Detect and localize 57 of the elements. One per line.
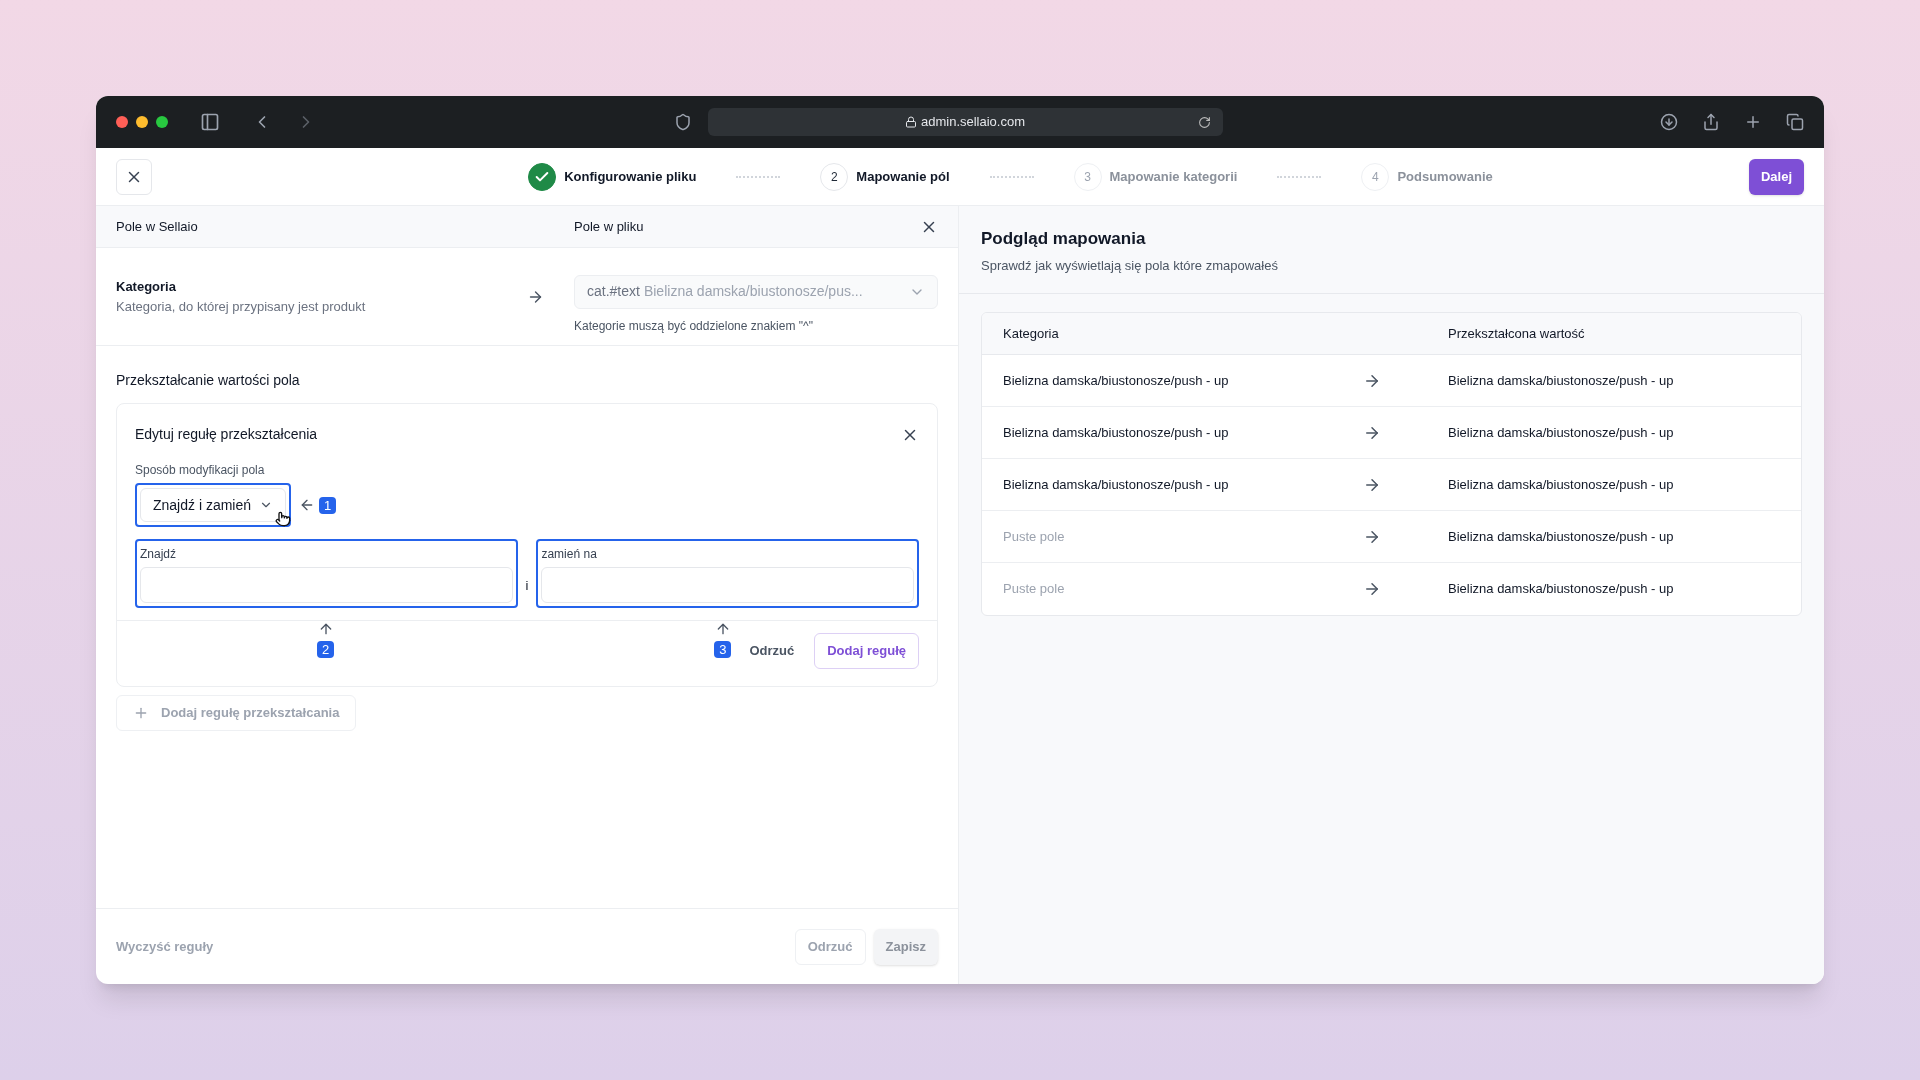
callout-badge: 1: [319, 496, 337, 514]
column-header: Pole w Sellaio: [116, 217, 199, 236]
plus-icon: [133, 705, 149, 721]
table-cell-text: Bielizna damska/biustonosze/push - up: [1448, 475, 1674, 494]
column-header: Pole w pliku: [574, 217, 645, 236]
column-header: Kategoria: [1003, 324, 1060, 343]
step-number: 3: [1073, 162, 1102, 191]
find-input[interactable]: [140, 567, 513, 603]
table-cell-text: Bielizna damska/biustonosze/push - up: [1003, 475, 1230, 494]
step-label: Mapowanie pól: [856, 167, 950, 186]
shield-icon[interactable]: [673, 113, 692, 131]
share-icon[interactable]: [1702, 113, 1720, 131]
step-label: Konfigurowanie pliku: [564, 167, 697, 186]
arrow-right-icon: [1363, 580, 1381, 598]
step-number: 4: [1361, 162, 1390, 191]
source-select[interactable]: cat.#text Bielizna damska/biustonosze/pus...: [574, 274, 938, 309]
callout-badge: 3: [714, 641, 732, 658]
select-sample: Bielizna damska/biustonosze/pus...: [643, 282, 863, 301]
new-tab-icon[interactable]: [1744, 113, 1762, 131]
table-cell-text: Bielizna damska/biustonosze/push - up: [1448, 580, 1674, 599]
rule-title: Edytuj regułę przekształcenia: [135, 425, 318, 444]
step-number: 2: [820, 162, 849, 191]
table-cell-text: Puste pole: [1003, 527, 1066, 546]
table-cell-text: Bielizna damska/biustonosze/push - up: [1448, 371, 1674, 390]
hint-text: Kategorie muszą być oddzielone znakiem "^": [574, 317, 814, 335]
table-cell-text: Bielizna damska/biustonosze/push - up: [1448, 423, 1674, 442]
step-label: Mapowanie kategorii: [1109, 167, 1238, 186]
table-cell-text: Bielizna damska/biustonosze/push - up: [1003, 371, 1230, 390]
joiner-text: i: [525, 576, 529, 595]
sidebar-icon[interactable]: [200, 112, 220, 132]
tabs-icon[interactable]: [1786, 113, 1804, 131]
replace-label: zamień na: [541, 546, 598, 563]
replace-input[interactable]: [541, 567, 914, 603]
discard-button[interactable]: Odrzuć: [741, 633, 803, 669]
step-label: Podsumowanie: [1397, 167, 1493, 186]
next-button[interactable]: Dalej: [1748, 158, 1804, 195]
find-label: Znajdź: [140, 546, 178, 563]
url-text: admin.sellaio.com: [920, 113, 1025, 132]
section-title: Przekształcanie wartości pola: [116, 371, 301, 390]
address-bar[interactable]: admin.sellaio.com: [707, 108, 1223, 136]
preview-subtitle: Sprawdź jak wyświetlają się pola które zmapowałeś: [981, 256, 1279, 275]
hand-cursor-icon: [275, 511, 291, 527]
column-header: Przekształcona wartość: [1448, 324, 1585, 343]
mode-label: Sposób modyfikacji pola: [135, 462, 266, 479]
callout-badge: 2: [316, 641, 335, 658]
reload-icon[interactable]: [1197, 115, 1211, 129]
table-cell-text: Puste pole: [1003, 580, 1066, 599]
table-cell-text: Bielizna damska/biustonosze/push - up: [1448, 527, 1674, 546]
field-description: Kategoria, do której przypisany jest produkt: [116, 297, 367, 316]
field-name: Kategoria: [116, 278, 177, 296]
preview-title: Podgląd mapowania: [981, 228, 1147, 250]
download-icon[interactable]: [1660, 113, 1678, 131]
table-cell-text: Bielizna damska/biustonosze/push - up: [1003, 423, 1230, 442]
add-rule-button[interactable]: Dodaj regułę: [814, 633, 919, 669]
lock-icon: [904, 116, 917, 128]
select-value: cat.#text: [587, 282, 640, 301]
close-button[interactable]: [116, 158, 152, 195]
